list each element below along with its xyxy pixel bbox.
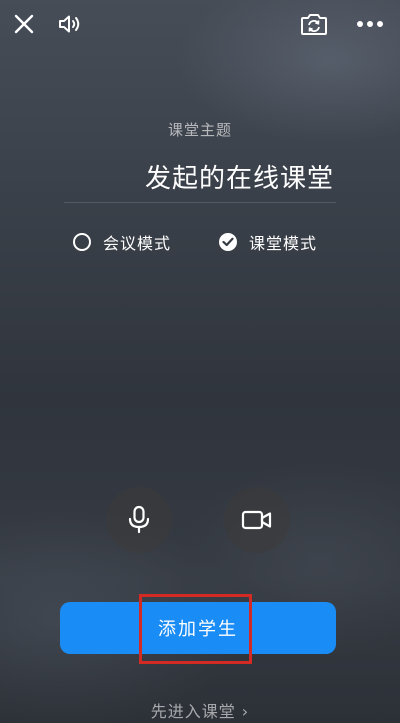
more-icon[interactable] xyxy=(350,8,390,40)
class-mode-option[interactable]: 课堂模式 xyxy=(219,229,317,255)
enter-class-link[interactable]: 先进入课堂 › xyxy=(0,698,400,722)
video-camera-icon xyxy=(241,510,272,530)
checkmark-icon xyxy=(222,237,234,247)
topic-underline xyxy=(64,202,336,203)
class-mode-radio[interactable] xyxy=(219,233,237,251)
close-icon[interactable] xyxy=(8,8,40,40)
meeting-mode-label: 会议模式 xyxy=(103,234,172,253)
add-students-button[interactable]: 添加学生 xyxy=(60,602,336,654)
camera-switch-icon[interactable] xyxy=(296,8,332,40)
microphone-icon xyxy=(128,505,150,534)
speaker-icon[interactable] xyxy=(54,8,86,40)
meeting-mode-radio[interactable] xyxy=(73,233,91,251)
meeting-mode-option[interactable]: 会议模式 xyxy=(73,229,171,255)
microphone-toggle[interactable] xyxy=(106,487,172,553)
chevron-right-icon: › xyxy=(241,702,250,721)
topic-input[interactable] xyxy=(64,152,334,200)
camera-toggle[interactable] xyxy=(224,487,290,553)
class-mode-label: 课堂模式 xyxy=(249,234,318,253)
topic-subtitle: 课堂主题 xyxy=(167,121,232,139)
enter-class-label: 先进入课堂 xyxy=(150,702,236,721)
